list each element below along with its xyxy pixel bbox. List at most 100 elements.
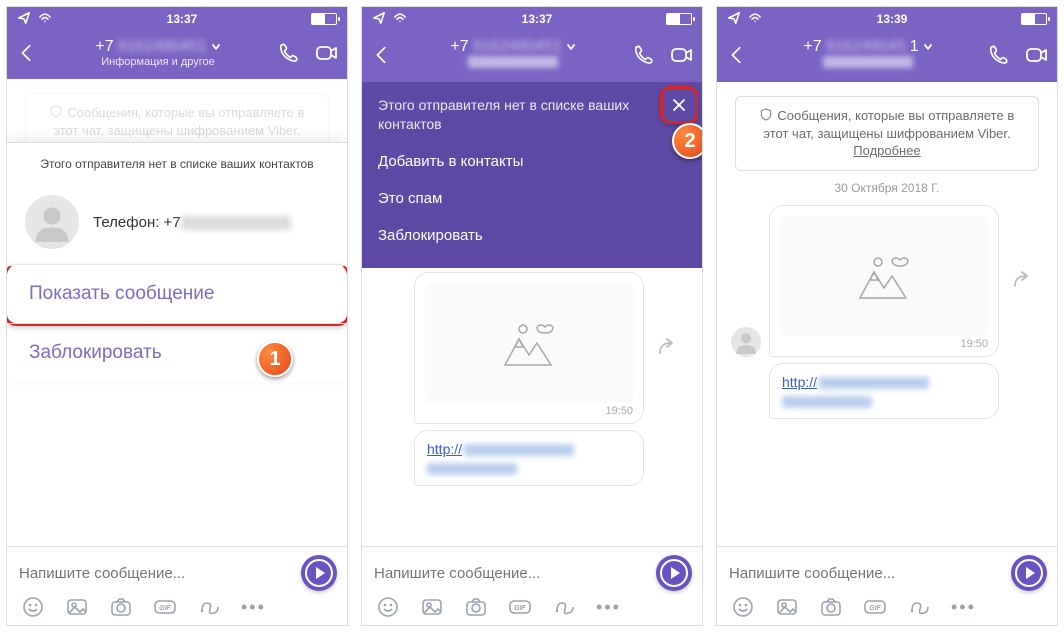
message-time: 19:50 [960,338,988,350]
encryption-more-link[interactable]: Подробнее [853,143,920,158]
emoji-icon[interactable] [376,595,400,619]
highlight-close [660,86,698,124]
header-subtitle [749,56,987,72]
send-button[interactable] [656,555,692,591]
unknown-sender-banner: Этого отправителя нет в списке ваших кон… [362,82,702,267]
chevron-down-icon [923,42,933,52]
chat-area: Сообщения, которые вы отправляете в этот… [7,79,347,546]
callout-badge-2: 2 [672,123,703,159]
show-message-button[interactable]: Показать сообщение [7,264,347,326]
screen-2: 13:37 +79162490451 Этого отправителя нет… [361,6,703,626]
more-icon[interactable]: ••• [241,598,266,616]
input-bar: ••• [717,546,1057,625]
send-button[interactable] [1011,555,1047,591]
wifi-icon [392,12,408,27]
airplane-icon [17,11,31,28]
callout-badge-1: 1 [257,341,293,377]
header-subtitle: Информация и другое [39,56,277,69]
chat-area: Сообщения, которые вы отправляете в этот… [717,82,1057,546]
status-time: 13:39 [763,12,1021,26]
image-message[interactable]: 19:50 [769,205,999,357]
banner-block[interactable]: Заблокировать [378,217,652,254]
avatar-placeholder [731,327,761,357]
message-input[interactable] [727,559,1003,588]
more-icon[interactable]: ••• [951,598,976,616]
battery-icon [1021,13,1047,25]
gif-icon[interactable] [153,595,177,619]
audio-call-button[interactable] [632,43,656,67]
doodle-icon[interactable] [907,595,931,619]
gif-icon[interactable] [508,595,532,619]
screen-1: 13:37 +79162490451 Информация и другое С… [6,6,348,626]
doodle-icon[interactable] [552,595,576,619]
video-call-button[interactable] [670,43,694,67]
input-bar: ••• [362,546,702,625]
status-time: 13:37 [53,12,311,26]
message-time: 19:50 [605,405,633,417]
encryption-notice: Сообщения, которые вы отправляете в этот… [735,96,1039,171]
emoji-icon[interactable] [21,595,45,619]
battery-icon [666,13,692,25]
wifi-icon [37,12,53,27]
status-bar: 13:37 [362,7,702,31]
shield-icon [760,108,772,120]
date-separator: 30 Октября 2018 Г. [717,181,1057,195]
avatar-placeholder [25,195,79,249]
header-phone[interactable]: +79162490451 [394,37,632,56]
doodle-icon[interactable] [197,595,221,619]
header-phone[interactable]: +79162490451 [749,37,987,56]
message-link[interactable]: http:// [782,374,929,390]
airplane-icon [372,11,386,28]
chat-header: +79162490451 [717,31,1057,82]
audio-call-button[interactable] [987,43,1011,67]
gif-icon[interactable] [863,595,887,619]
message-input[interactable] [372,559,648,588]
header-phone[interactable]: +79162490451 [39,37,277,56]
audio-call-button[interactable] [277,41,301,65]
screen-3: 13:39 +79162490451 Сообщения, которые вы… [716,6,1058,626]
send-button[interactable] [301,555,337,591]
image-placeholder-icon [780,216,988,336]
unknown-sender-sheet: Этого отправителя нет в списке ваших кон… [7,142,347,382]
chevron-down-icon [566,42,576,52]
forward-icon[interactable] [656,337,678,359]
video-call-button[interactable] [1025,43,1049,67]
chat-header: +79162490451 Информация и другое [7,31,347,79]
camera-icon[interactable] [109,595,133,619]
wifi-icon [747,12,763,27]
image-placeholder-icon [425,283,633,403]
airplane-icon [727,11,741,28]
banner-title: Этого отправителя нет в списке ваших кон… [378,96,652,132]
gallery-icon[interactable] [775,595,799,619]
status-bar: 13:37 [7,7,347,31]
banner-spam[interactable]: Это спам [378,180,652,217]
forward-icon[interactable] [1011,270,1033,292]
chevron-down-icon [211,42,221,52]
status-time: 13:37 [408,12,666,26]
chat-area: 19:50 http:// [362,268,702,546]
back-button[interactable] [15,41,39,65]
gallery-icon[interactable] [420,595,444,619]
header-subtitle [394,56,632,72]
sheet-phone-number: Телефон: +7 [93,214,291,231]
back-button[interactable] [370,43,394,67]
link-message[interactable]: http:// [414,430,644,486]
image-message[interactable]: 19:50 [414,272,644,424]
camera-icon[interactable] [464,595,488,619]
block-button[interactable]: Заблокировать [7,323,347,382]
emoji-icon[interactable] [731,595,755,619]
sheet-note: Этого отправителя нет в списке ваших кон… [7,143,347,187]
input-bar: ••• [7,546,347,625]
back-button[interactable] [725,43,749,67]
link-message[interactable]: http:// [769,363,999,419]
camera-icon[interactable] [819,595,843,619]
message-link[interactable]: http:// [427,441,574,457]
chat-header: +79162490451 [362,31,702,82]
message-input[interactable] [17,559,293,588]
battery-icon [311,13,337,25]
video-call-button[interactable] [315,41,339,65]
more-icon[interactable]: ••• [596,598,621,616]
status-bar: 13:39 [717,7,1057,31]
banner-add-contact[interactable]: Добавить в контакты [378,143,652,180]
gallery-icon[interactable] [65,595,89,619]
